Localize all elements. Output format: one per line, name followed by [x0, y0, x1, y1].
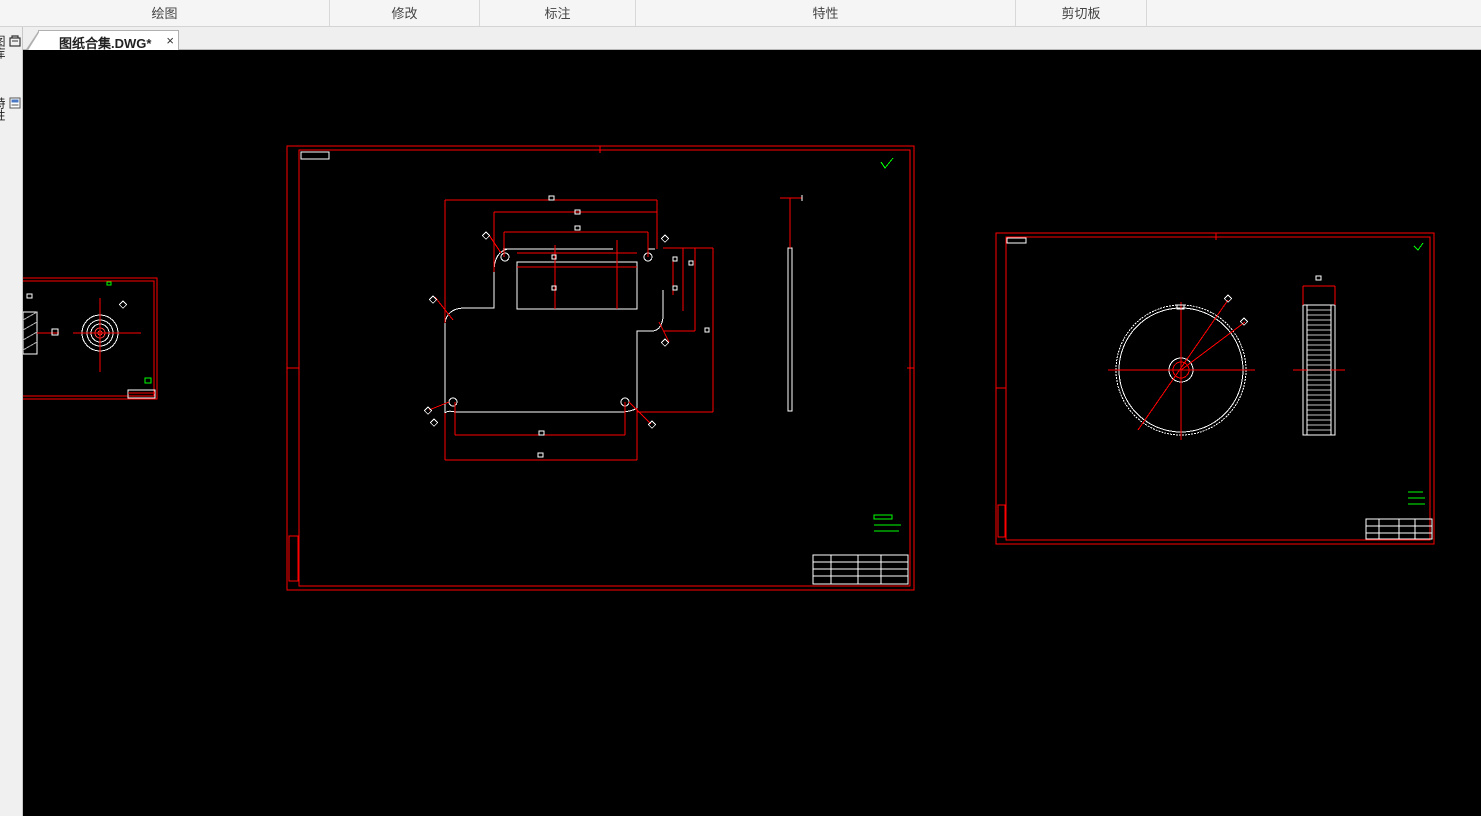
drawing-sheet-center[interactable]	[286, 145, 915, 591]
properties-icon	[9, 97, 21, 109]
ribbon-group-modify[interactable]: 修改	[330, 0, 480, 26]
ribbon-group-clipboard-label: 剪切板	[1061, 6, 1101, 21]
model-space-drawing	[23, 145, 1435, 591]
ribbon-group-properties-label: 特性	[812, 6, 839, 21]
ribbon-group-draw[interactable]: 绘图	[0, 0, 330, 26]
document-tab[interactable]: 图纸合集.DWG* ×	[25, 30, 179, 52]
drawing-canvas[interactable]	[23, 50, 1481, 816]
side-dock: 图库 特性	[0, 27, 23, 816]
library-icon	[9, 35, 21, 47]
ribbon-group-properties[interactable]: 特性	[636, 0, 1016, 26]
close-icon[interactable]: ×	[166, 33, 174, 48]
dock-item-library-label: 图库	[0, 35, 6, 59]
gear-teeth-hatch	[1307, 309, 1331, 431]
ribbon-group-annotate[interactable]: 标注	[480, 0, 636, 26]
drawing-sheet-right[interactable]	[995, 232, 1435, 545]
ribbon-group-draw-label: 绘图	[151, 6, 178, 21]
ribbon-group-modify-label: 修改	[391, 6, 418, 21]
ribbon-group-bar: 绘图 修改 标注 特性 剪切板	[0, 0, 1481, 27]
ribbon-group-annotate-label: 标注	[544, 6, 571, 21]
dock-item-properties[interactable]: 特性	[0, 97, 21, 121]
drawing-sheet-left[interactable]	[23, 277, 158, 400]
ribbon-group-clipboard[interactable]: 剪切板	[1016, 0, 1147, 26]
document-tab-bar: 图纸合集.DWG* ×	[0, 27, 1481, 52]
dock-item-library[interactable]: 图库	[0, 35, 21, 59]
dock-item-properties-label: 特性	[0, 97, 6, 121]
